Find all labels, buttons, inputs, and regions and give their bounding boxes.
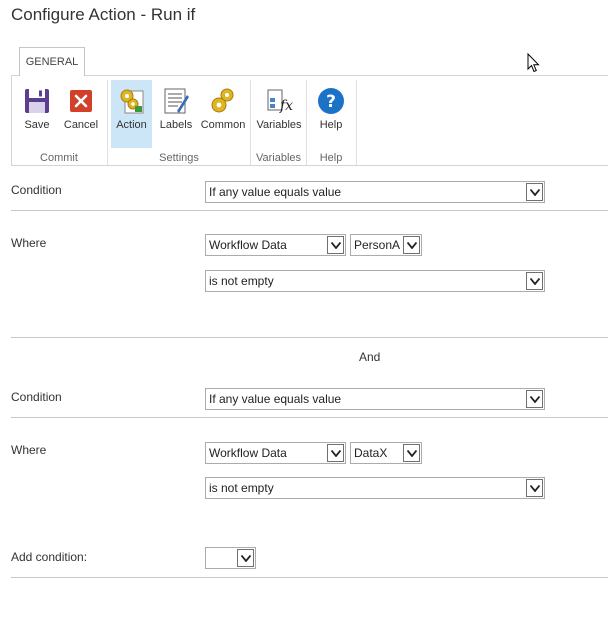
field-select-2-value: DataX: [354, 446, 388, 460]
dialog-title: Configure Action - Run if: [11, 5, 196, 24]
source-select-2[interactable]: Workflow Data: [205, 442, 346, 464]
field-select-1-value: PersonA: [354, 238, 401, 252]
group-label-help: Help: [319, 152, 343, 164]
group-label-variables: Variables: [255, 152, 302, 164]
help-label: Help: [319, 119, 343, 131]
action-gears-icon: [120, 89, 143, 114]
source-select-1-value: Workflow Data: [209, 238, 287, 252]
common-label: Common: [200, 119, 246, 131]
condition-select-2-value: If any value equals value: [209, 392, 342, 406]
save-label: Save: [24, 119, 50, 131]
svg-text:?: ?: [326, 92, 336, 112]
chevron-down-icon[interactable]: [403, 236, 420, 254]
variables-button[interactable]: fx Variables: [255, 80, 303, 148]
block-divider: [11, 337, 608, 338]
row-divider: [11, 417, 608, 418]
variables-fx-icon: fx: [267, 89, 293, 114]
source-select-1[interactable]: Workflow Data: [205, 234, 346, 256]
operator-select-2-value: is not empty: [209, 481, 274, 495]
group-label-commit: Commit: [40, 152, 78, 164]
where-label-2: Where: [11, 443, 47, 457]
save-button[interactable]: Save: [18, 80, 56, 148]
action-button[interactable]: Action: [111, 80, 152, 148]
row-divider: [11, 210, 608, 211]
chevron-down-icon[interactable]: [327, 444, 344, 462]
cancel-button[interactable]: Cancel: [61, 80, 101, 148]
ribbon-bottom-border: [11, 165, 608, 166]
chevron-down-icon[interactable]: [237, 549, 254, 567]
joiner-and-label: And: [359, 350, 381, 364]
operator-select-1-value: is not empty: [209, 274, 274, 288]
svg-text:fx: fx: [279, 98, 293, 114]
condition-select-1[interactable]: If any value equals value: [205, 181, 545, 203]
labels-label: Labels: [159, 119, 193, 131]
condition-label-1: Condition: [11, 183, 62, 197]
floppy-disk-icon: [25, 89, 49, 113]
operator-select-1[interactable]: is not empty: [205, 270, 545, 292]
chevron-down-icon[interactable]: [526, 183, 543, 201]
field-select-1[interactable]: PersonA: [350, 234, 422, 256]
group-separator: [356, 80, 357, 165]
chevron-down-icon[interactable]: [403, 444, 420, 462]
ribbon-top-border: [11, 75, 608, 76]
tab-general[interactable]: GENERAL: [19, 47, 85, 76]
chevron-down-icon[interactable]: [526, 479, 543, 497]
where-label-1: Where: [11, 236, 47, 250]
variables-label: Variables: [256, 119, 302, 131]
help-question-icon: ?: [318, 88, 344, 114]
operator-select-2[interactable]: is not empty: [205, 477, 545, 499]
condition-label-2: Condition: [11, 390, 62, 404]
cancel-x-icon: [70, 90, 92, 112]
cancel-label: Cancel: [63, 119, 99, 131]
add-condition-select[interactable]: [205, 547, 256, 569]
chevron-down-icon[interactable]: [327, 236, 344, 254]
field-select-2[interactable]: DataX: [350, 442, 422, 464]
action-label: Action: [116, 119, 147, 131]
chevron-down-icon[interactable]: [526, 390, 543, 408]
condition-select-1-value: If any value equals value: [209, 185, 342, 199]
row-divider: [11, 577, 608, 578]
condition-select-2[interactable]: If any value equals value: [205, 388, 545, 410]
add-condition-label: Add condition:: [11, 550, 88, 564]
help-button[interactable]: ? Help: [311, 80, 351, 148]
mouse-cursor-icon: [527, 53, 540, 73]
common-gears-icon: [211, 88, 234, 113]
chevron-down-icon[interactable]: [526, 272, 543, 290]
group-label-settings: Settings: [159, 152, 199, 164]
labels-document-icon: [164, 88, 189, 114]
common-button[interactable]: Common: [199, 80, 247, 148]
labels-button[interactable]: Labels: [156, 80, 196, 148]
source-select-2-value: Workflow Data: [209, 446, 287, 460]
